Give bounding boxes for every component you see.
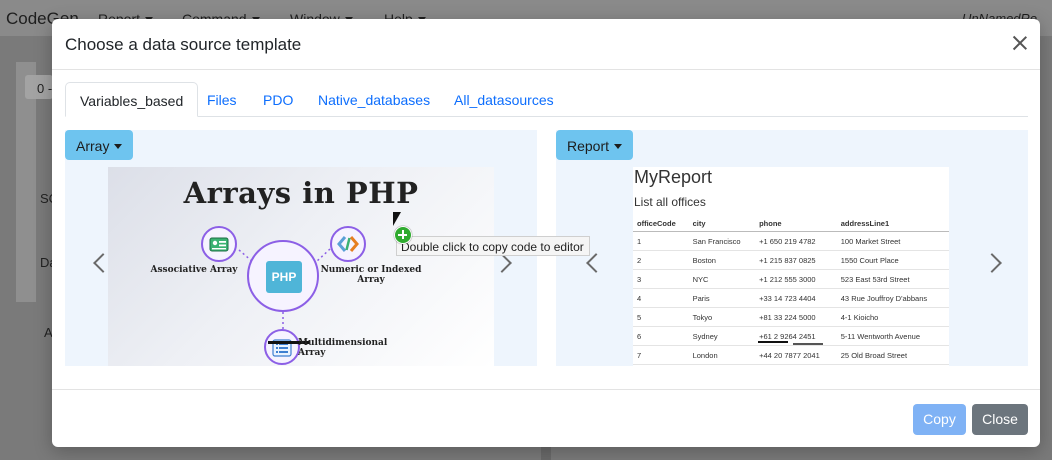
table-cell: 2 [633, 250, 689, 270]
table-cell: 1550 Court Place [836, 250, 949, 270]
table-cell: +1 650 219 4782 [755, 231, 837, 251]
template-tabs: Variables_based Files PDO Native_databas… [65, 82, 1028, 117]
numeric-array-label: Numeric or Indexed Array [320, 265, 422, 285]
associative-array-icon [201, 226, 237, 262]
column-header: officeCode [633, 216, 689, 232]
tab-variables-based[interactable]: Variables_based [65, 82, 199, 117]
table-cell: Tokyo [688, 307, 756, 327]
column-header: city [688, 216, 756, 232]
table-cell: 5 [633, 307, 689, 327]
modal-title: Choose a data source template [65, 35, 302, 54]
table-cell: 100 Market Street [836, 231, 949, 251]
table-cell: San Francisco [688, 231, 756, 251]
table-cell: Paris [688, 288, 756, 308]
associative-array-label: Associative Array [150, 265, 238, 275]
my-report-slide[interactable]: MyReport List all offices officeCode cit… [633, 167, 949, 366]
table-row: 3 NYC +1 212 555 3000 523 East 53rd Stre… [633, 269, 949, 289]
table-row: 4 Paris +33 14 723 4404 43 Rue Jouffroy … [633, 288, 949, 308]
tab-pdo[interactable]: PDO [249, 82, 307, 116]
close-icon[interactable] [1010, 33, 1030, 53]
scribble-mark [793, 343, 823, 345]
mouse-cursor-icon [393, 212, 401, 226]
table-cell: 6 [633, 326, 689, 346]
table-cell: 4-1 Kioicho [836, 307, 949, 327]
table-row: 1 San Francisco +1 650 219 4782 100 Mark… [633, 231, 949, 251]
table-cell: 7 [633, 345, 689, 365]
report-template-pane: Report MyReport List all offices officeC… [556, 130, 1028, 366]
report-subtitle: List all offices [634, 195, 706, 209]
table-cell: 4 [633, 288, 689, 308]
background-box: 0 - [25, 75, 53, 99]
table-row: 5 Tokyo +81 33 224 5000 4-1 Kioicho [633, 307, 949, 327]
table-cell: 523 East 53rd Street [836, 269, 949, 289]
plus-icon [394, 226, 412, 244]
table-cell: +44 20 7877 2041 [755, 345, 837, 365]
table-header-row: officeCode city phone addressLine1 [633, 216, 949, 232]
arrays-in-php-slide[interactable]: Arrays in PHP Associative Array PHP Nume… [108, 167, 494, 366]
table-row: 2 Boston +1 215 837 0825 1550 Court Plac… [633, 250, 949, 270]
table-cell: Boston [688, 250, 756, 270]
table-row: 6 Sydney +61 2 9264 2451 5-11 Wentworth … [633, 326, 949, 346]
list-icon [264, 329, 300, 365]
column-header: addressLine1 [836, 216, 949, 232]
table-cell: 3 [633, 269, 689, 289]
report-title: MyReport [634, 167, 713, 187]
table-cell: +33 14 723 4404 [755, 288, 837, 308]
close-button[interactable]: Close [972, 404, 1028, 435]
table-cell: 5-11 Wentworth Avenue [836, 326, 949, 346]
code-brackets-icon [330, 226, 366, 262]
background-divider [541, 446, 551, 460]
table-row: 7 London +44 20 7877 2041 25 Old Broad S… [633, 345, 949, 365]
scribble-mark [758, 341, 788, 343]
copy-button[interactable]: Copy [913, 404, 966, 435]
table-cell: 1 [633, 231, 689, 251]
array-dropdown-button[interactable]: Array [65, 130, 134, 160]
modal-footer: Copy Close [52, 389, 1040, 447]
data-source-modal: Choose a data source template Variables_… [52, 19, 1040, 447]
table-cell: NYC [688, 269, 756, 289]
offices-table: officeCode city phone addressLine1 1 San… [633, 216, 949, 365]
table-cell: +1 215 837 0825 [755, 250, 837, 270]
table-cell: Sydney [688, 326, 756, 346]
prev-slide-icon[interactable] [586, 253, 606, 273]
php-badge: PHP [266, 261, 302, 293]
table-cell: 25 Old Broad Street [836, 345, 949, 365]
tab-files[interactable]: Files [193, 82, 251, 116]
php-core-circle: PHP [247, 240, 319, 312]
table-cell: 43 Rue Jouffroy D'abbans [836, 288, 949, 308]
multidimensional-array-label: Multidimensional Array [298, 338, 388, 358]
next-slide-icon[interactable] [982, 253, 1002, 273]
modal-header: Choose a data source template [52, 19, 1040, 70]
table-cell: +81 33 224 5000 [755, 307, 837, 327]
tab-all-datasources[interactable]: All_datasources [440, 82, 568, 116]
copy-tooltip: Double click to copy code to editor [396, 236, 590, 256]
column-header: phone [755, 216, 837, 232]
report-dropdown-button[interactable]: Report [556, 130, 634, 160]
table-cell: London [688, 345, 756, 365]
tab-native-databases[interactable]: Native_databases [304, 82, 444, 116]
table-cell: +1 212 555 3000 [755, 269, 837, 289]
